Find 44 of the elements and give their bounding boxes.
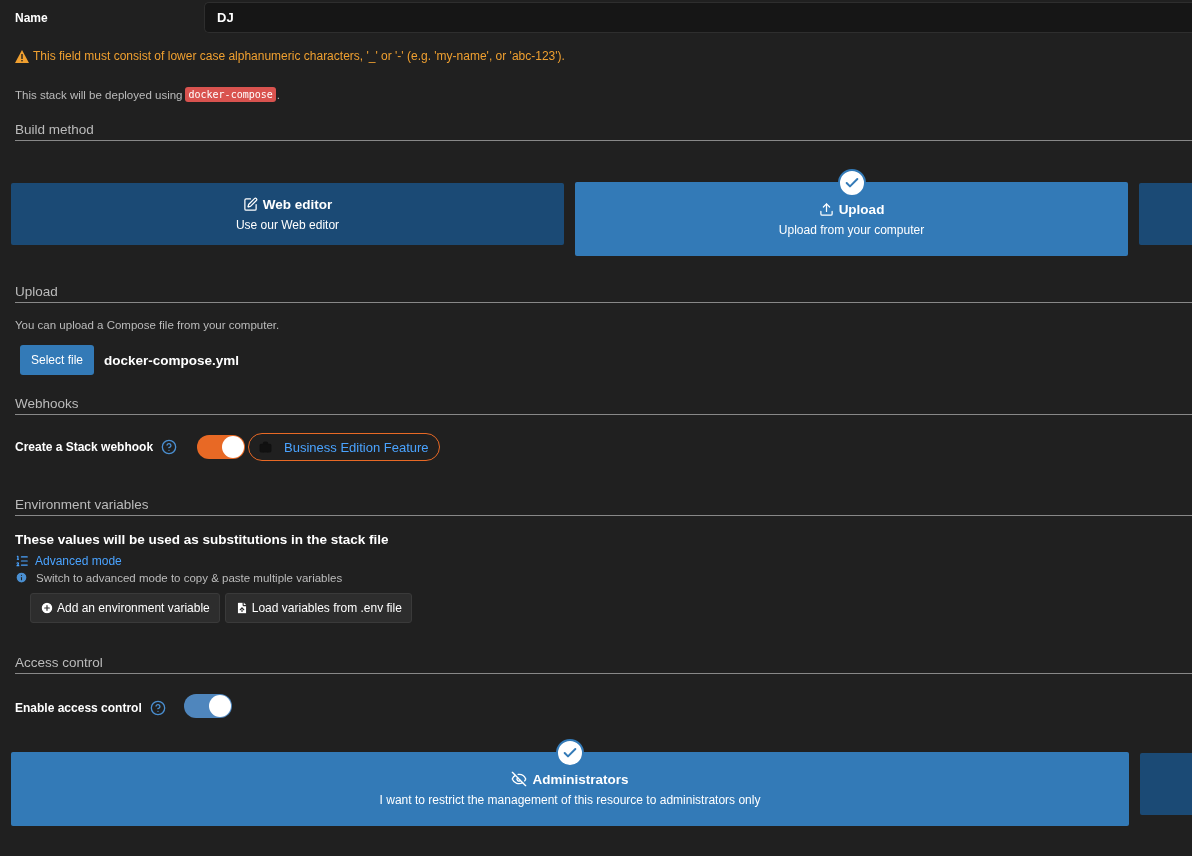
action-button[interactable]: Load variables from .env file [224, 593, 412, 623]
toggle-switch[interactable] [183, 694, 232, 718]
section-title: Environment variables [15, 497, 1192, 516]
option-card[interactable]: Administrators I want to restrict the management of this resource to administrators only [11, 752, 1129, 826]
list-icon [15, 554, 29, 568]
warning-text: This field must consist of lower case alphanumeric characters, '_' or '-' (e.g. 'my-name', or 'abc-123'). [33, 49, 565, 63]
note-text: This stack will be deployed using [15, 88, 183, 101]
option-description: Use our Web editor [235, 217, 340, 232]
advanced-mode-link[interactable]: Advanced mode [15, 554, 1192, 568]
name-input[interactable]: DJ [204, 2, 1192, 33]
option-title: Web editor [242, 196, 333, 212]
info-icon [15, 571, 28, 584]
check-icon [556, 739, 584, 767]
info-text: Switch to advanced mode to copy & paste multiple variables [36, 571, 343, 584]
warning-icon [15, 49, 29, 63]
code-tag: docker-compose [185, 87, 276, 102]
section-title: Webhooks [15, 396, 1192, 415]
field-label: Enable access control [15, 700, 142, 715]
pencil-square-icon [242, 196, 258, 212]
plus-circle-icon [40, 601, 54, 615]
help-icon [149, 699, 166, 716]
option-description: Upload from your computer [778, 222, 925, 237]
section-title: Upload [15, 284, 1192, 303]
option-title: Administrators [511, 771, 629, 787]
note-text: . [276, 88, 280, 101]
help-icon [161, 439, 178, 455]
check-icon [837, 169, 866, 197]
option-description: I want to restrict the management of this resource to administrators only [379, 793, 761, 807]
upload-icon [818, 201, 834, 217]
field-label: Create a Stack webhook [15, 440, 154, 454]
option-title: Upload [818, 201, 885, 217]
option-card[interactable]: Upload Upload from your computer [575, 182, 1128, 256]
action-button[interactable]: Add an environment variable [30, 593, 220, 623]
section-title: Access control [15, 655, 1192, 674]
field-label: Name [15, 10, 49, 25]
file-upload-icon [234, 601, 249, 615]
file-name: docker-compose.yml [104, 352, 240, 368]
select-file-button[interactable]: Select file [20, 345, 95, 375]
section-title: Build method [15, 122, 1192, 141]
lead-text: These values will be used as substitutions in the stack file [15, 532, 390, 547]
toggle-switch[interactable] [197, 435, 246, 459]
eye-off-icon [511, 771, 528, 787]
hint-text: You can upload a Compose file from your computer. [15, 319, 281, 331]
option-card[interactable]: Web editor Use our Web editor [11, 183, 564, 245]
